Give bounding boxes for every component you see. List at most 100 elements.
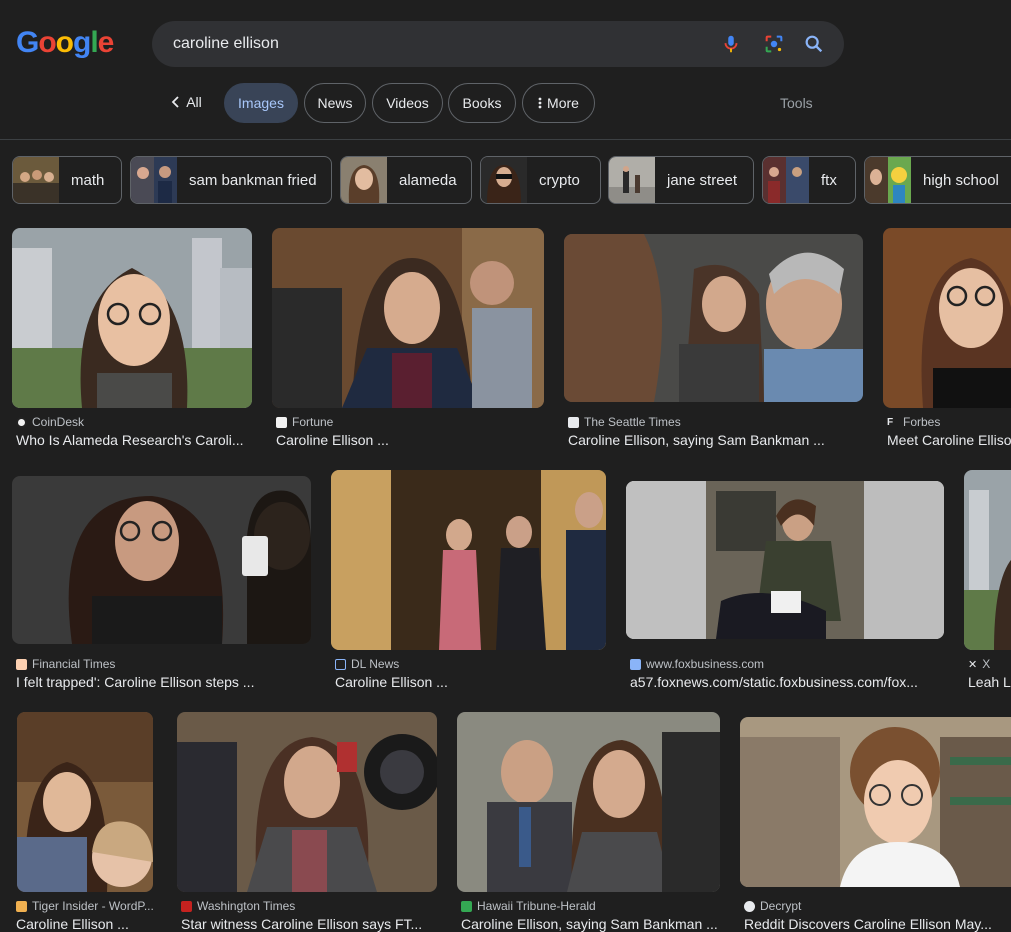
result-thumbnail[interactable] <box>626 481 944 639</box>
mic-icon[interactable] <box>720 33 742 55</box>
result-source[interactable]: Washington Times <box>181 899 295 913</box>
search-icon[interactable] <box>803 33 825 55</box>
logo-letter: G <box>16 26 39 59</box>
result-thumbnail[interactable] <box>17 712 153 892</box>
chip-label: ftx <box>821 172 837 189</box>
logo-letter: o <box>55 26 74 59</box>
result-title[interactable]: Caroline Ellison ... <box>276 432 540 448</box>
result-source[interactable]: Decrypt <box>744 899 801 913</box>
coindesk-icon <box>16 416 27 428</box>
dl-news-icon <box>335 658 346 670</box>
google-logo[interactable]: Google <box>16 26 114 60</box>
foxbusiness-icon <box>630 658 641 670</box>
chip-thumbnail <box>865 157 911 203</box>
result-title[interactable]: a57.foxnews.com/static.foxbusiness.com/f… <box>630 674 940 690</box>
result-thumbnail[interactable] <box>457 712 720 892</box>
financial-times-icon <box>16 658 27 670</box>
decrypt-icon <box>744 900 755 912</box>
result-title[interactable]: Star witness Caroline Ellison says FT... <box>181 916 437 932</box>
chip-thumbnail <box>763 157 809 203</box>
result-source[interactable]: Fortune <box>276 415 333 429</box>
source-name: www.foxbusiness.com <box>646 657 765 671</box>
result-title[interactable]: Reddit Discovers Caroline Ellison May... <box>744 916 1011 932</box>
source-name: DL News <box>351 657 400 671</box>
result-title[interactable]: Leah L <box>968 674 1011 690</box>
chip-thumbnail <box>481 157 527 203</box>
fortune-icon <box>276 416 287 428</box>
search-tabs: All Images News Videos Books More Tools <box>0 83 1011 123</box>
chip-label: alameda <box>399 172 457 189</box>
result-thumbnail[interactable] <box>740 717 1011 887</box>
chip-thumbnail <box>13 157 59 203</box>
result-title[interactable]: Caroline Ellison ... <box>16 916 156 932</box>
tools-button[interactable]: Tools <box>780 95 813 111</box>
result-title[interactable]: Caroline Ellison, saying Sam Bankman ... <box>461 916 720 932</box>
chip-crypto[interactable]: crypto <box>480 156 601 204</box>
chip-label: high school <box>923 172 999 189</box>
chip-label: jane street <box>667 172 738 189</box>
tab-more-label: More <box>547 95 579 111</box>
lens-icon[interactable] <box>763 33 785 55</box>
forbes-icon: F <box>887 416 898 428</box>
chip-jane-street[interactable]: jane street <box>608 156 754 204</box>
logo-letter: g <box>73 26 91 59</box>
chip-label: sam bankman fried <box>189 172 317 189</box>
result-title[interactable]: Caroline Ellison, saying Sam Bankman ... <box>568 432 863 448</box>
result-source[interactable]: The Seattle Times <box>568 415 681 429</box>
seattle-times-icon <box>568 416 579 428</box>
result-thumbnail[interactable] <box>177 712 437 892</box>
washington-times-icon <box>181 900 192 912</box>
logo-letter: l <box>90 26 98 59</box>
chip-thumbnail <box>609 157 655 203</box>
tiger-insider-icon <box>16 900 27 912</box>
result-title[interactable]: Who Is Alameda Research's Caroli... <box>16 432 248 448</box>
chip-high-school[interactable]: high school <box>864 156 1011 204</box>
tab-more[interactable]: More <box>522 83 595 123</box>
result-thumbnail[interactable] <box>12 228 252 408</box>
tab-images[interactable]: Images <box>224 83 298 123</box>
tab-news[interactable]: News <box>304 83 366 123</box>
result-source[interactable]: ✕ X <box>968 657 990 671</box>
header-divider <box>0 139 1011 140</box>
chip-ftx[interactable]: ftx <box>762 156 856 204</box>
source-name: The Seattle Times <box>584 415 681 429</box>
source-name: Hawaii Tribune-Herald <box>477 899 596 913</box>
chip-alameda[interactable]: alameda <box>340 156 472 204</box>
result-source[interactable]: DL News <box>335 657 399 671</box>
chip-math[interactable]: math <box>12 156 122 204</box>
result-title[interactable]: Meet Caroline Elliso <box>887 432 1011 448</box>
result-title[interactable]: I felt trapped': Caroline Ellison steps … <box>16 674 311 690</box>
result-thumbnail[interactable] <box>564 234 863 402</box>
tab-videos[interactable]: Videos <box>372 83 443 123</box>
search-input[interactable]: caroline ellison <box>173 35 279 53</box>
result-title[interactable]: Caroline Ellison ... <box>335 674 606 690</box>
tab-videos-label: Videos <box>386 95 429 111</box>
source-name: Decrypt <box>760 899 802 913</box>
result-thumbnail[interactable] <box>883 228 1011 408</box>
chip-label: math <box>71 172 105 189</box>
result-thumbnail[interactable] <box>331 470 606 650</box>
source-name: Fortune <box>292 415 334 429</box>
source-name: Financial Times <box>32 657 116 671</box>
result-source[interactable]: F Forbes <box>887 415 940 429</box>
search-box[interactable]: caroline ellison <box>152 21 844 67</box>
tab-news-label: News <box>317 95 353 111</box>
tab-all[interactable]: All <box>160 83 212 123</box>
result-source[interactable]: www.foxbusiness.com <box>630 657 764 671</box>
result-thumbnail[interactable] <box>272 228 544 408</box>
result-source[interactable]: CoinDesk <box>16 415 84 429</box>
chevron-left-icon <box>171 96 179 108</box>
result-source[interactable]: Financial Times <box>16 657 115 671</box>
source-name: CoinDesk <box>32 415 85 429</box>
tab-books[interactable]: Books <box>448 83 516 123</box>
chip-sam-bankman-fried[interactable]: sam bankman fried <box>130 156 332 204</box>
chip-thumbnail <box>341 157 387 203</box>
source-name: Washington Times <box>197 899 296 913</box>
result-source[interactable]: Tiger Insider - WordP... <box>16 899 154 913</box>
result-source[interactable]: Hawaii Tribune-Herald <box>461 899 596 913</box>
source-name: Forbes <box>903 415 941 429</box>
hawaii-tribune-icon <box>461 900 472 912</box>
result-thumbnail[interactable] <box>12 476 311 644</box>
result-thumbnail[interactable] <box>964 470 1011 650</box>
source-name: Tiger Insider - WordP... <box>32 899 154 913</box>
